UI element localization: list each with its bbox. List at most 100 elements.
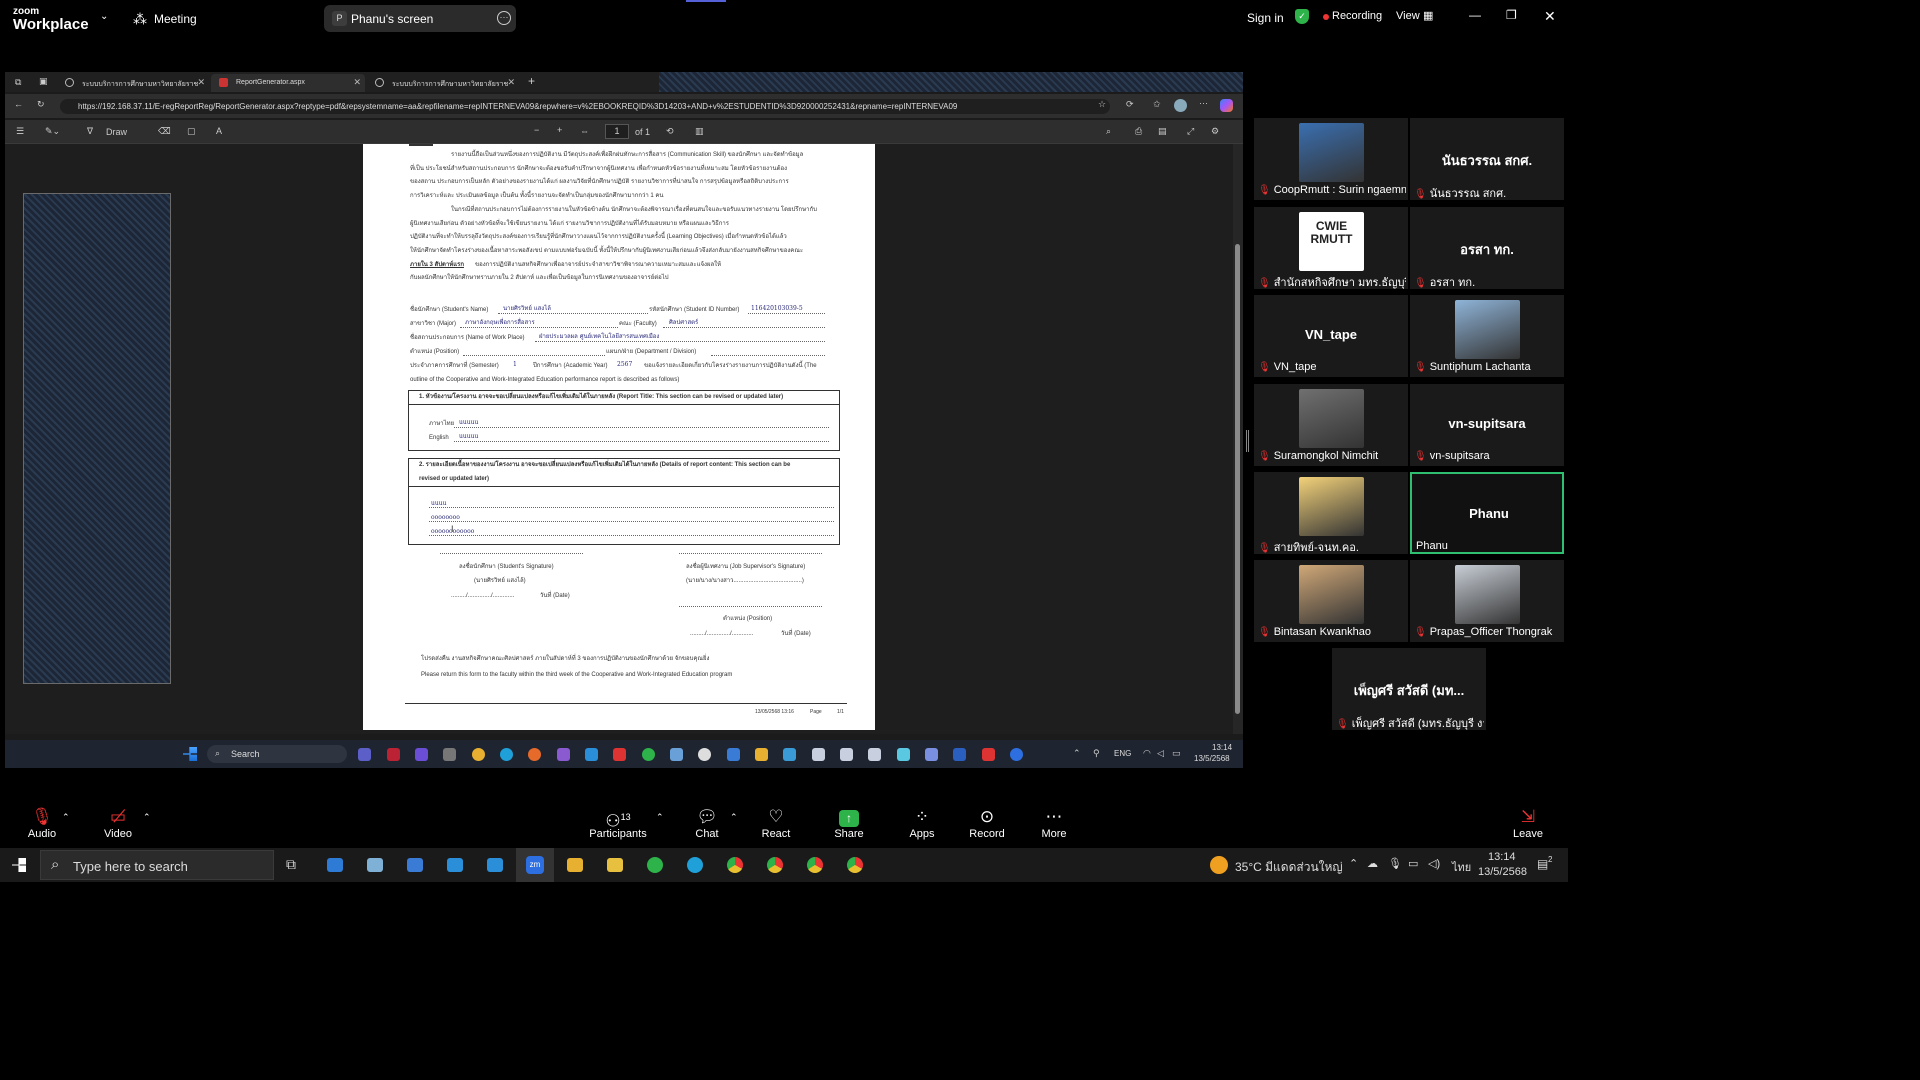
app-icon[interactable] [783, 748, 796, 761]
panel-splitter[interactable] [1246, 430, 1249, 452]
read-aloud-icon[interactable]: A [216, 126, 222, 136]
vscode-icon[interactable] [585, 748, 598, 761]
meeting-label[interactable]: Meeting [154, 12, 197, 26]
participant-tile[interactable]: 🎙︎ Bintasan Kwankhao [1254, 560, 1408, 642]
fit-page-icon[interactable]: ⇔ [580, 126, 589, 136]
audio-button[interactable]: 🎙︎ Audio [22, 806, 62, 840]
start-icon[interactable] [12, 858, 26, 872]
more-options-icon[interactable]: ··· [497, 11, 511, 25]
tab-close-icon[interactable]: ✕ [507, 77, 515, 88]
chat-options-chevron[interactable]: ⌃ [730, 812, 738, 823]
chrome-icon[interactable] [847, 857, 863, 873]
audio-options-chevron[interactable]: ⌃ [62, 812, 70, 823]
network-icon[interactable]: ⚲ [1093, 748, 1100, 759]
recording-status[interactable]: Recording [1332, 10, 1382, 22]
app-icon[interactable] [727, 748, 740, 761]
weather-text[interactable]: 35°C มีแดดส่วนใหญ่ [1235, 858, 1343, 877]
shield-check-icon[interactable]: ✓ [1295, 9, 1309, 24]
page-number-input[interactable]: 1 [605, 124, 629, 139]
participant-tile[interactable]: VN_tape 🎙︎ VN_tape [1254, 295, 1408, 377]
page-view-icon[interactable]: ▥ [695, 126, 704, 137]
more-button[interactable]: ⋯ More [1036, 806, 1072, 840]
taskbar-search-input[interactable]: Type here to search [40, 850, 274, 880]
zoom-in-icon[interactable]: + [557, 125, 562, 135]
refresh-icon[interactable]: ↻ [37, 99, 45, 110]
sign-in-link[interactable]: Sign in [1247, 11, 1284, 25]
share-button[interactable]: ↑ Share [831, 806, 867, 840]
search-icon[interactable]: ⌕ [1106, 126, 1111, 137]
task-view-icon[interactable]: ⧉ [286, 856, 296, 873]
start-icon[interactable] [183, 747, 197, 761]
notifications-icon[interactable]: ▤ [1537, 857, 1548, 871]
app-icon[interactable] [670, 748, 683, 761]
volume-icon[interactable]: ◁ [1157, 748, 1164, 759]
record-button[interactable]: ⊙ Record [966, 806, 1008, 840]
word-icon[interactable] [953, 748, 966, 761]
input-language[interactable]: ไทย [1452, 858, 1471, 876]
participant-tile[interactable]: เพ็ญศรี สวัสดี (มท... 🎙︎ เพ็ญศรี สวัสดี (ม… [1332, 648, 1486, 730]
menu-icon[interactable]: ··· [1199, 98, 1208, 108]
tab-bar-drag-area[interactable] [659, 72, 1243, 92]
app-icon[interactable] [327, 858, 343, 872]
participant-tile[interactable]: 🎙︎ Prapas_Officer Thongrak [1410, 560, 1564, 642]
line-icon[interactable] [642, 748, 655, 761]
participant-tile[interactable]: 🎙︎ สายทิพย์-จนท.คอ. [1254, 472, 1408, 554]
app-icon[interactable] [897, 748, 910, 761]
line-icon[interactable] [647, 857, 663, 873]
tab-reg-1[interactable]: ระบบบริการการศึกษามหาวิทยาลัยราช ✕ [57, 74, 209, 92]
weather-icon[interactable] [1210, 856, 1228, 874]
participant-tile[interactable]: CWIE RMUTT 🎙︎ สำนักสหกิจศึกษา มทร.ธัญบุรี [1254, 207, 1408, 289]
participant-tile[interactable]: vn-supitsara 🎙︎ vn-supitsara [1410, 384, 1564, 466]
tray-icon[interactable]: ☁ [1367, 857, 1378, 870]
app-icon[interactable] [613, 748, 626, 761]
chrome-icon[interactable] [767, 857, 783, 873]
app-icon[interactable] [982, 748, 995, 761]
zoom-taskbar-active[interactable]: zm [516, 848, 554, 882]
settings-icon[interactable]: ⚙ [1211, 126, 1219, 137]
favorites-icon[interactable]: ✩ [1153, 99, 1161, 110]
participant-tile[interactable]: 🎙︎ CoopRmutt : Surin ngaemn... [1254, 118, 1408, 200]
participants-options-chevron[interactable]: ⌃ [656, 812, 664, 823]
draw-icon[interactable]: ∇ [87, 126, 93, 137]
react-button[interactable]: ♡ React [758, 806, 794, 840]
chevron-up-icon[interactable]: ⌃ [1349, 857, 1358, 870]
participant-tile[interactable]: 🎙︎ Suramongkol Nimchit [1254, 384, 1408, 466]
pdf-scrollbar[interactable] [1233, 144, 1243, 734]
edge-icon[interactable] [687, 857, 703, 873]
app-icon[interactable] [367, 858, 383, 872]
participant-tile[interactable]: Phanu Phanu [1410, 472, 1564, 554]
profile-avatar[interactable] [1174, 99, 1187, 112]
video-options-chevron[interactable]: ⌃ [143, 812, 151, 823]
mail-icon[interactable] [487, 858, 503, 872]
copilot-icon[interactable] [1220, 99, 1233, 112]
tab-close-icon[interactable]: ✕ [197, 77, 205, 88]
remote-lang[interactable]: ENG [1114, 749, 1131, 758]
extensions-icon[interactable]: ⟳ [1126, 99, 1134, 110]
participant-tile[interactable]: นันธวรรณ สกศ. 🎙︎ นันธวรรณ สกศ. [1410, 118, 1564, 200]
view-button[interactable]: View [1396, 10, 1420, 22]
chevron-up-icon[interactable]: ⌃ [1073, 748, 1081, 759]
clock-date[interactable]: 13/5/2568 [1478, 866, 1527, 878]
firefox-icon[interactable] [528, 748, 541, 761]
remote-time[interactable]: 13:14 [1212, 743, 1232, 752]
tab-close-icon[interactable]: ✕ [353, 77, 361, 88]
restore-icon[interactable]: ❐ [1506, 8, 1517, 22]
minimize-icon[interactable]: — [1469, 8, 1481, 22]
visual-studio-icon[interactable] [557, 748, 570, 761]
remote-search-box[interactable]: ⌕ Search [207, 745, 347, 763]
volume-icon[interactable]: ◁) [1428, 857, 1440, 870]
app-icon[interactable] [812, 748, 825, 761]
app-icon[interactable] [925, 748, 938, 761]
network-icon[interactable]: ▭ [1408, 857, 1418, 870]
chrome-icon[interactable] [807, 857, 823, 873]
app-icon[interactable] [387, 748, 400, 761]
save-icon[interactable]: ▤ [1158, 126, 1167, 137]
store-icon[interactable] [447, 858, 463, 872]
tab-report-generator[interactable]: ReportGenerator.aspx ✕ [211, 74, 365, 92]
tab-actions-icon[interactable]: ▣ [39, 76, 48, 87]
eraser-icon[interactable]: ⌫ [158, 126, 171, 137]
text-box-icon[interactable]: ▢ [187, 126, 196, 137]
highlight-icon[interactable]: ✎⌄ [45, 126, 60, 137]
wifi-icon[interactable]: ◠ [1143, 748, 1151, 759]
drag-handle[interactable] [686, 0, 726, 2]
